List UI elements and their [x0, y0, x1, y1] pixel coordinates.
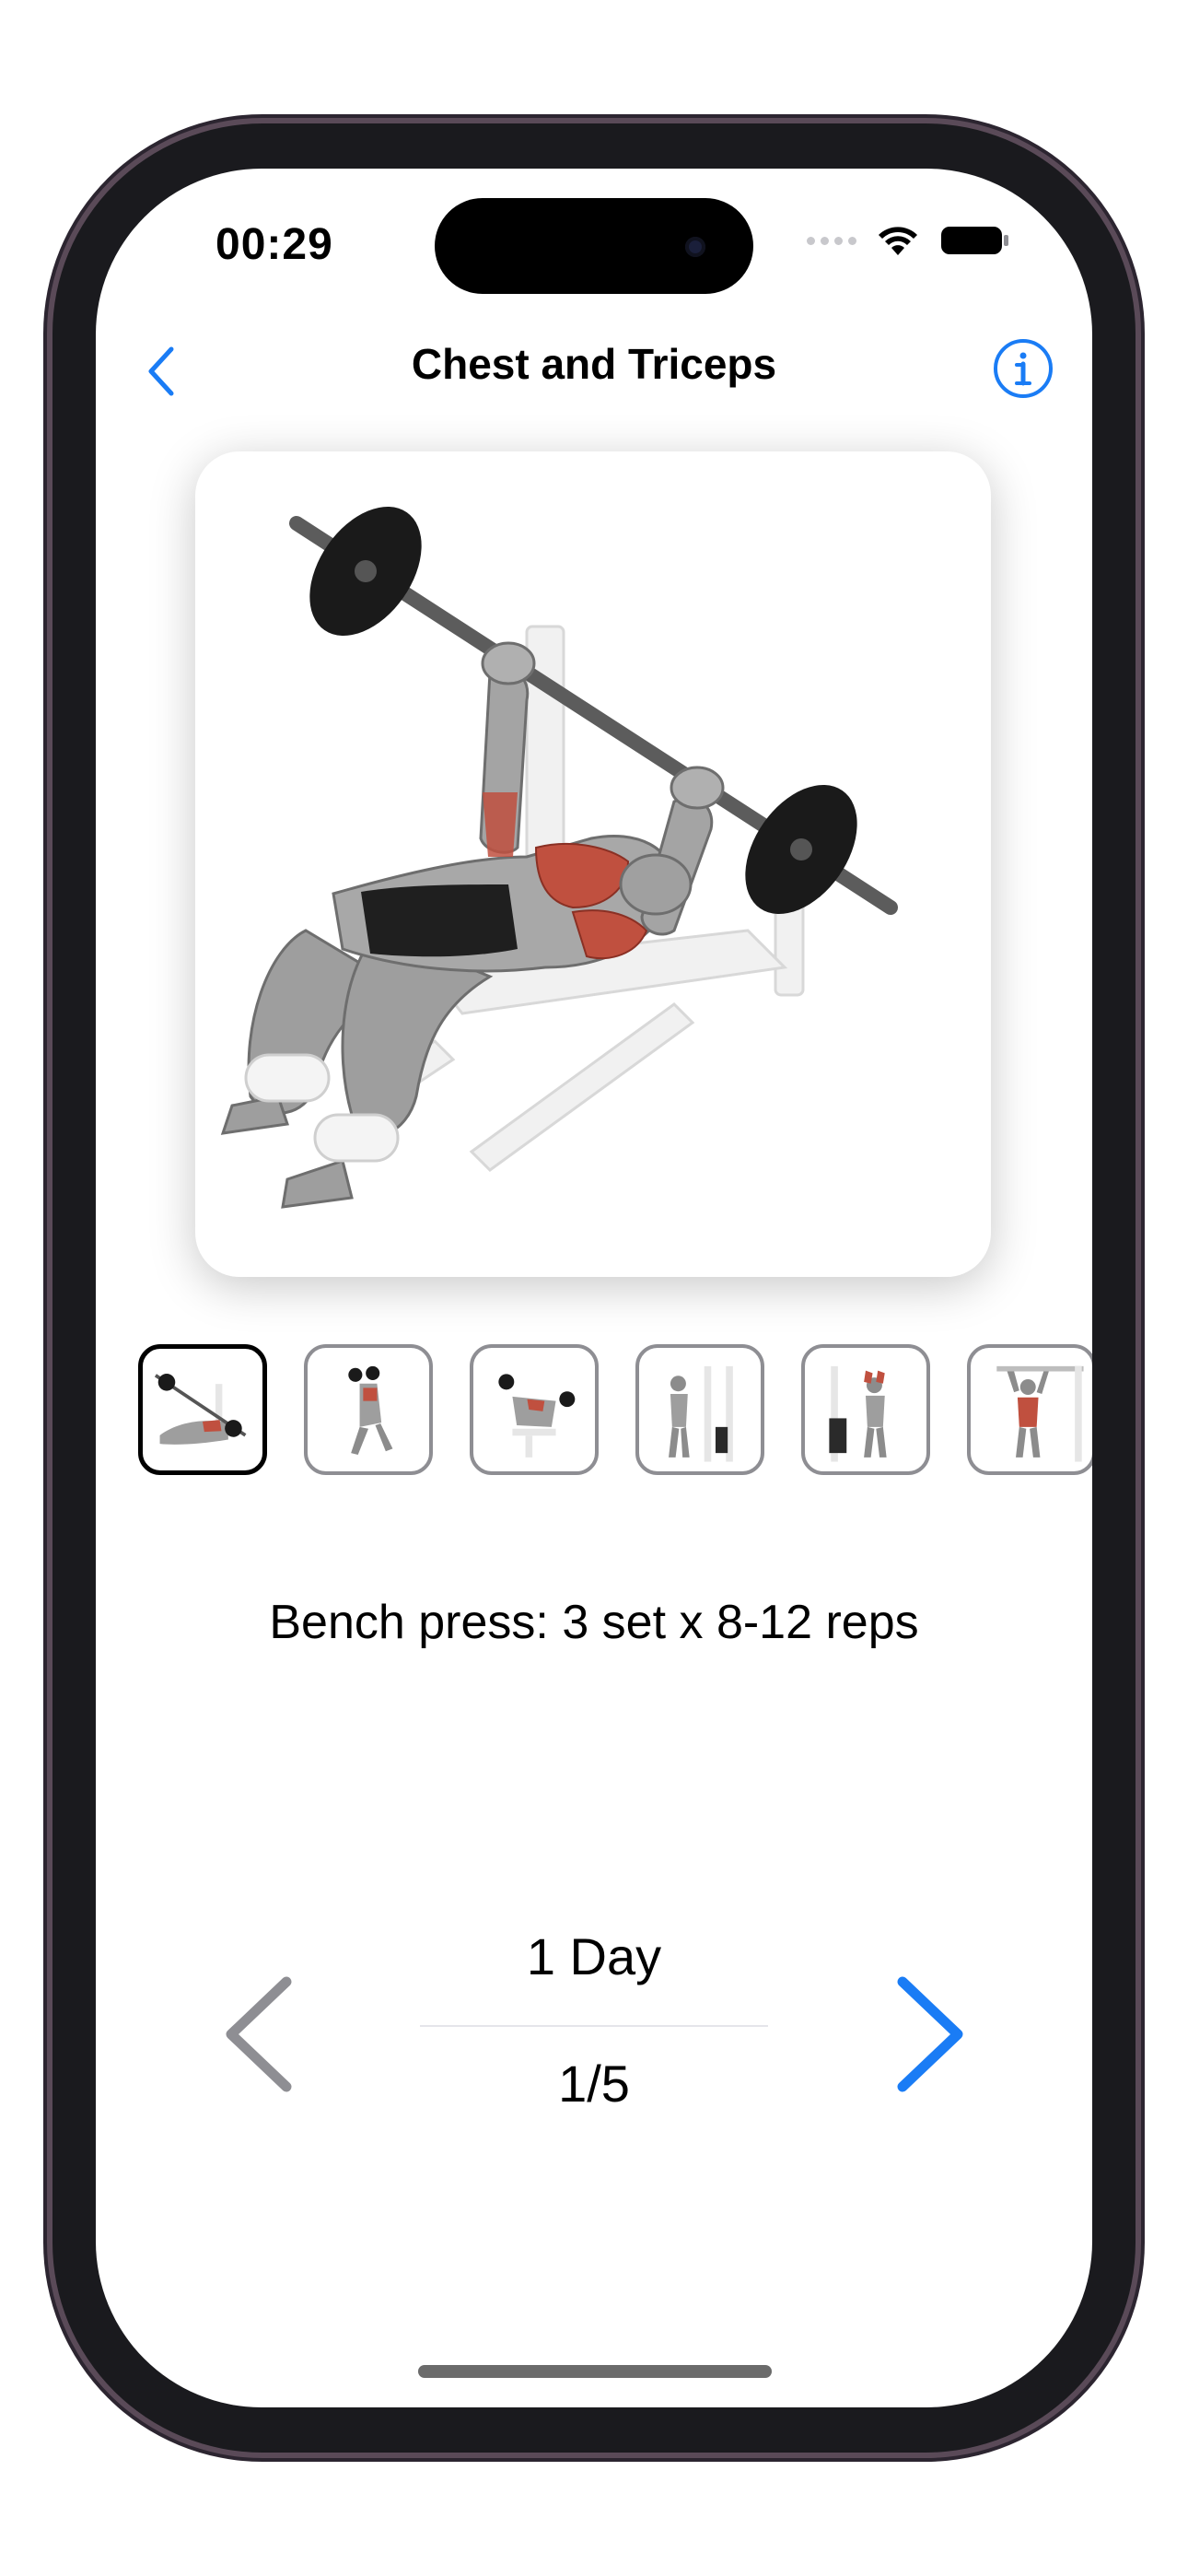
thumbnail-cable-pushdown[interactable] — [635, 1344, 764, 1475]
next-day-button[interactable] — [877, 1965, 978, 2103]
bench-press-illustration — [220, 506, 898, 1209]
phone-screen: 00:29 Chest and Triceps Bench press: 3 s… — [96, 169, 1092, 2407]
incline-dumbbell-press-thumb — [348, 1365, 393, 1456]
signal-icon — [807, 236, 856, 245]
battery-icon — [941, 227, 1008, 254]
exercise-description: Bench press: 3 set x 8-12 reps — [269, 1596, 919, 1649]
wifi-icon — [879, 227, 917, 255]
exercise-thumbnail-strip[interactable] — [138, 1344, 1092, 1482]
status-icons — [807, 224, 1009, 257]
divider — [420, 2025, 768, 2027]
page: 00:29 Chest and Triceps Bench press: 3 s… — [0, 0, 1188, 2576]
dynamic-island — [435, 198, 753, 294]
thumbnail-bench-press[interactable] — [138, 1344, 267, 1475]
thumbnail-incline-dumbbell-press[interactable] — [304, 1344, 433, 1475]
home-indicator[interactable] — [418, 2365, 772, 2378]
info-button[interactable] — [991, 336, 1055, 401]
front-camera — [685, 237, 705, 257]
pull-up-thumb — [996, 1365, 1084, 1462]
dumbbell-fly-thumb — [498, 1374, 576, 1458]
overhead-extension-thumb — [829, 1365, 887, 1462]
thumbnail-pull-up[interactable] — [967, 1344, 1092, 1475]
cable-pushdown-thumb — [669, 1365, 733, 1462]
info-circle-icon — [994, 339, 1053, 398]
chevron-right-icon — [897, 1976, 963, 2092]
action-button — [43, 534, 52, 617]
thumbnail-dumbbell-fly[interactable] — [470, 1344, 599, 1475]
page-title: Chest and Triceps — [411, 340, 777, 388]
thumbnail-overhead-extension[interactable] — [801, 1344, 930, 1475]
status-time: 00:29 — [215, 220, 333, 269]
bench-press-thumb — [154, 1374, 247, 1445]
exercise-image-card — [195, 451, 991, 1277]
power-button — [1136, 802, 1145, 1050]
volume-up-button — [43, 686, 52, 843]
volume-down-button — [43, 889, 52, 1046]
